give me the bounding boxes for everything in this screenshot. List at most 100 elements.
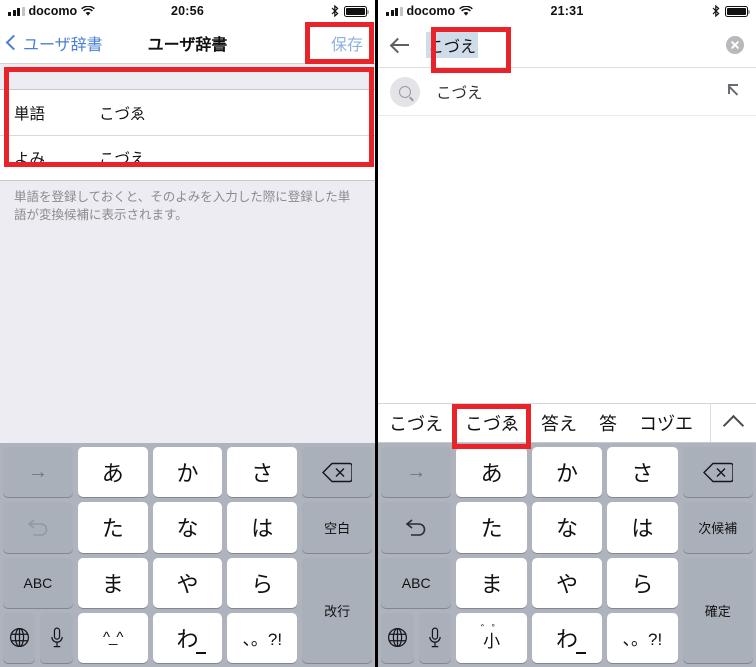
candidate-0[interactable]: こづえ: [378, 410, 454, 436]
status-bar-left: docomo 20:56: [0, 0, 375, 22]
key-microphone[interactable]: [40, 612, 73, 663]
carrier-label: docomo: [28, 4, 78, 18]
key-ha[interactable]: は: [607, 502, 678, 553]
suggestion-label: こづえ: [436, 84, 483, 102]
key-ha[interactable]: は: [227, 502, 298, 553]
candidate-2[interactable]: 答え: [530, 410, 588, 436]
key-kogaki-dakuten[interactable]: ゛゜ 小: [456, 612, 527, 663]
key-sa[interactable]: さ: [227, 447, 298, 498]
keyboard-left: → あ か さ た な は 空白 ABC ま や ら 改行 ^_^ わ 、。?!: [0, 443, 375, 667]
search-icon: [390, 76, 420, 107]
carrier-label: docomo: [406, 4, 456, 18]
key-sa[interactable]: さ: [607, 447, 678, 498]
key-microphone[interactable]: [418, 612, 452, 663]
key-return[interactable]: 改行: [302, 557, 372, 663]
undo-icon: [27, 519, 48, 537]
dictionary-entry-fields: 単語 こづゑ よみ こづえ: [0, 89, 375, 181]
field-row-reading[interactable]: よみ こづえ: [0, 135, 375, 180]
clear-icon[interactable]: [726, 35, 744, 54]
key-globe[interactable]: [3, 612, 36, 663]
delete-icon: [322, 462, 353, 482]
arrow-northwest-icon[interactable]: [728, 83, 744, 100]
left-body: 単語 こづゑ よみ こづえ 単語を登録しておくと、そのよみを入力した際に登録した…: [0, 64, 375, 443]
key-ya[interactable]: や: [152, 557, 223, 608]
top-spacer: [0, 64, 375, 89]
screenshot-root: docomo 20:56 ユーザ辞書 ユーザ辞書 保存 単語 こづゑ よみ こづ…: [0, 0, 756, 667]
wifi-icon: [81, 5, 95, 16]
key-punctuation[interactable]: 、。?!: [227, 612, 298, 663]
field-value-word[interactable]: こづゑ: [99, 102, 146, 124]
search-input[interactable]: こづえ: [426, 31, 479, 58]
wifi-icon: [459, 5, 473, 16]
signal-bars-icon: [8, 6, 25, 16]
key-wa[interactable]: わ: [531, 612, 603, 663]
key-na[interactable]: な: [152, 502, 223, 553]
microphone-icon: [50, 627, 63, 648]
key-undo[interactable]: [381, 502, 452, 553]
right-screen: docomo 21:31 こづえ こづえ こづえ こづゑ 答え 答 コヅエ → …: [378, 0, 756, 667]
key-undo[interactable]: [3, 502, 73, 553]
key-space[interactable]: 空白: [302, 502, 372, 553]
key-ka[interactable]: か: [531, 447, 603, 498]
battery-icon: [344, 5, 369, 17]
status-left-group-right: docomo: [386, 4, 473, 18]
battery-icon: [725, 5, 750, 17]
field-label-reading: よみ: [14, 151, 46, 168]
key-kaomoji[interactable]: ^_^: [77, 612, 148, 663]
field-label-word: 単語: [14, 105, 46, 123]
key-cursor-right[interactable]: →: [381, 447, 452, 498]
key-delete[interactable]: [682, 447, 753, 498]
field-row-word[interactable]: 単語 こづゑ: [0, 90, 375, 135]
key-a[interactable]: あ: [456, 447, 527, 498]
status-right-group-right: [712, 5, 750, 17]
nav-bar-left: ユーザ辞書 ユーザ辞書 保存: [0, 22, 375, 64]
key-punctuation[interactable]: 、。?!: [607, 612, 678, 663]
arrow-right-icon: →: [27, 460, 48, 483]
key-a[interactable]: あ: [77, 447, 148, 498]
key-next-candidate[interactable]: 次候補: [682, 502, 753, 553]
search-bar: こづえ: [378, 22, 756, 68]
save-button[interactable]: 保存: [327, 29, 367, 57]
suggestion-row[interactable]: こづえ: [378, 68, 756, 116]
key-confirm[interactable]: 確定: [682, 557, 753, 663]
key-ta[interactable]: た: [77, 502, 148, 553]
field-value-reading[interactable]: こづえ: [99, 147, 146, 169]
key-ra[interactable]: ら: [607, 557, 678, 608]
candidate-1[interactable]: こづゑ: [454, 410, 530, 436]
key-globe[interactable]: [381, 612, 414, 663]
key-ka[interactable]: か: [152, 447, 223, 498]
chevron-left-icon: [5, 34, 22, 51]
chevron-up-icon[interactable]: [710, 404, 756, 442]
key-cursor-right[interactable]: →: [3, 447, 73, 498]
globe-icon: [387, 628, 407, 648]
key-abc[interactable]: ABC: [3, 557, 73, 608]
delete-icon: [702, 462, 733, 482]
key-abc[interactable]: ABC: [381, 557, 452, 608]
microphone-icon: [429, 627, 441, 648]
candidate-4[interactable]: コヅエ: [628, 410, 704, 436]
key-globe-mic-group: [3, 612, 73, 663]
key-ya[interactable]: や: [531, 557, 603, 608]
key-globe-mic-group: [381, 612, 452, 663]
bluetooth-icon: [712, 5, 720, 17]
key-ta[interactable]: た: [456, 502, 527, 553]
kogaki-label: 小: [483, 632, 501, 652]
key-wa[interactable]: わ: [152, 612, 223, 663]
key-na[interactable]: な: [531, 502, 603, 553]
back-label: ユーザ辞書: [23, 36, 103, 54]
candidate-3[interactable]: 答: [588, 410, 628, 436]
arrow-left-icon[interactable]: [390, 34, 412, 56]
key-delete[interactable]: [302, 447, 372, 498]
keyboard-right: → あ か さ た な は 次候補 ABC ま や ら 確定 ゛゜ 小 わ 、。…: [378, 443, 756, 667]
kogaki-glyph: ゛゜ 小: [481, 624, 503, 652]
key-ma[interactable]: ま: [456, 557, 527, 608]
back-button[interactable]: ユーザ辞書: [5, 31, 103, 55]
key-ra[interactable]: ら: [227, 557, 298, 608]
key-ma[interactable]: ま: [77, 557, 148, 608]
left-screen: docomo 20:56 ユーザ辞書 ユーザ辞書 保存 単語 こづゑ よみ こづ…: [0, 0, 378, 667]
globe-icon: [9, 628, 29, 648]
undo-icon: [405, 519, 426, 537]
right-body: [378, 116, 756, 403]
arrow-right-icon: →: [406, 460, 427, 483]
status-right-group: [331, 5, 369, 17]
